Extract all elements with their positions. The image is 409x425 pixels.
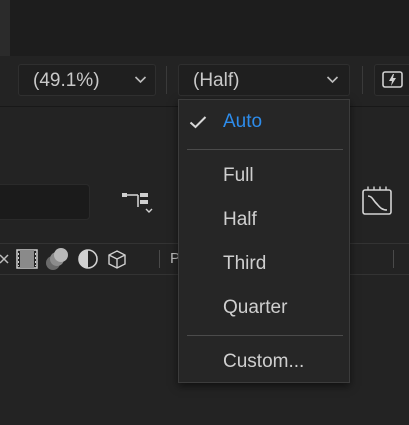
graph-editor-icon[interactable] [360,186,394,218]
viewer-edge [0,0,10,56]
flowchart-icon[interactable] [120,188,156,216]
menu-item-label: Custom... [223,351,305,372]
menu-item-quarter[interactable]: Quarter [179,289,349,329]
motion-blur-icon[interactable] [44,246,72,272]
3d-layer-icon[interactable] [106,249,128,271]
resolution-dropdown[interactable]: (Half) [178,64,350,96]
menu-item-label: Third [223,253,267,274]
resolution-value: (Half) [193,70,240,91]
menu-item-half[interactable]: Half [179,201,349,241]
adjustment-layer-icon[interactable] [76,248,100,270]
menu-item-auto[interactable]: Auto [179,103,349,143]
menu-item-label: Half [223,209,257,230]
fast-previews-button[interactable] [374,64,409,96]
column-separator [159,250,160,268]
column-separator [393,250,394,268]
menu-item-custom[interactable]: Custom... [179,343,349,383]
menu-item-label: Full [223,165,254,186]
chevron-down-icon [134,76,147,84]
composition-viewer [0,0,409,56]
fast-previews-icon [382,71,403,88]
resolution-menu: Auto Full Half Third Quarter Custom... [178,99,350,383]
layer-search-field[interactable] [0,184,90,220]
frame-blending-icon[interactable] [15,248,39,270]
chevron-down-icon [326,76,339,84]
menu-item-third[interactable]: Third [179,245,349,285]
shy-icon[interactable] [0,252,10,266]
toolbar-separator [166,66,167,94]
magnification-value: (49.1%) [33,70,100,91]
menu-separator [187,335,343,336]
magnification-dropdown[interactable]: (49.1%) [18,64,156,96]
checkmark-icon [189,116,207,129]
menu-item-label: Quarter [223,297,288,318]
menu-item-full[interactable]: Full [179,157,349,197]
menu-separator [187,149,343,150]
menu-item-label: Auto [223,111,263,132]
toolbar-separator [362,66,363,94]
